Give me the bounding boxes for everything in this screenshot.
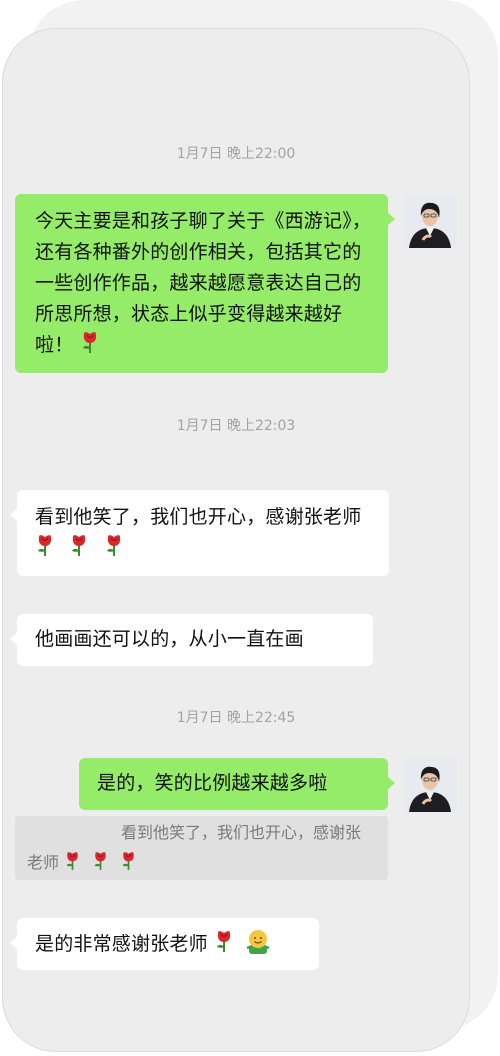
- message-incoming[interactable]: 看到他笑了，我们也开心，感谢张老师: [10, 490, 389, 576]
- chat-window[interactable]: 1月7日 晚上22:00 今天主要是和孩子聊了关于《西游记》，还有各种番外的创作…: [2, 28, 470, 1052]
- rose-emoji-icon: [35, 533, 55, 557]
- user-avatar[interactable]: [403, 758, 457, 812]
- bubble-tail: [10, 508, 18, 522]
- user-avatar[interactable]: [403, 194, 457, 248]
- smiling-face-emoji-icon: [244, 928, 272, 956]
- rose-emoji-icon: [64, 850, 81, 871]
- message-outgoing[interactable]: 是的，笑的比例越来越多啦: [79, 758, 395, 810]
- timestamp: 1月7日 晚上22:03: [176, 418, 296, 434]
- quoted-message[interactable]: 看到他笑了，我们也开心，感谢张老师: [15, 816, 388, 880]
- message-incoming[interactable]: 是的非常感谢张老师: [10, 918, 319, 970]
- timestamp: 1月7日 晚上22:45: [176, 710, 296, 726]
- message-incoming[interactable]: 他画画还可以的，从小一直在画: [10, 614, 373, 666]
- bubble-tail: [10, 632, 18, 646]
- bubble-tail: [387, 212, 395, 226]
- rose-emoji-icon: [92, 850, 109, 871]
- message-text: 看到他笑了，我们也开心，感谢张老师: [35, 506, 362, 528]
- message-text: 是的，笑的比例越来越多啦: [97, 772, 328, 794]
- rose-emoji-icon: [69, 533, 89, 557]
- rose-emoji-icon: [214, 929, 234, 953]
- bubble-tail: [10, 936, 18, 950]
- message-text: 是的非常感谢张老师: [35, 933, 208, 955]
- timestamp: 1月7日 晚上22:00: [176, 146, 296, 162]
- bubble-tail: [387, 776, 395, 790]
- message-outgoing[interactable]: 今天主要是和孩子聊了关于《西游记》，还有各种番外的创作相关，包括其它的一些创作作…: [15, 194, 395, 373]
- message-text: 他画画还可以的，从小一直在画: [35, 628, 304, 650]
- rose-emoji-icon: [80, 330, 100, 354]
- rose-emoji-icon: [104, 533, 124, 557]
- rose-emoji-icon: [120, 850, 137, 871]
